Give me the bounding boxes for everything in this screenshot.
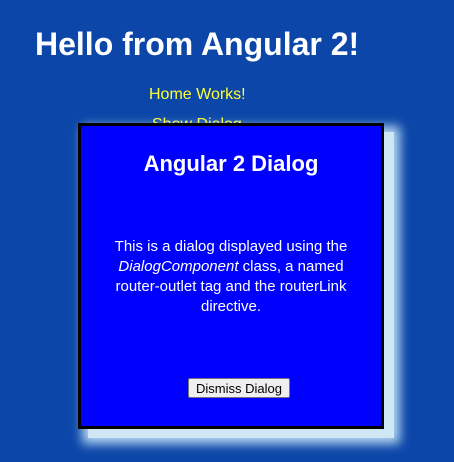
- dialog-title: Angular 2 Dialog: [143, 151, 319, 176]
- dialog-body: This is a dialog displayed using the Dia…: [111, 237, 351, 317]
- dismiss-dialog-button[interactable]: Dismiss Dialog: [188, 378, 290, 398]
- dialog-body-text-start: This is a dialog displayed using the: [114, 238, 348, 255]
- dialog: Angular 2 Dialog This is a dialog displa…: [78, 123, 384, 429]
- page-title: Hello from Angular 2!: [35, 26, 360, 62]
- home-status-text: Home Works!: [149, 86, 246, 103]
- dialog-component-name: DialogComponent: [118, 258, 239, 275]
